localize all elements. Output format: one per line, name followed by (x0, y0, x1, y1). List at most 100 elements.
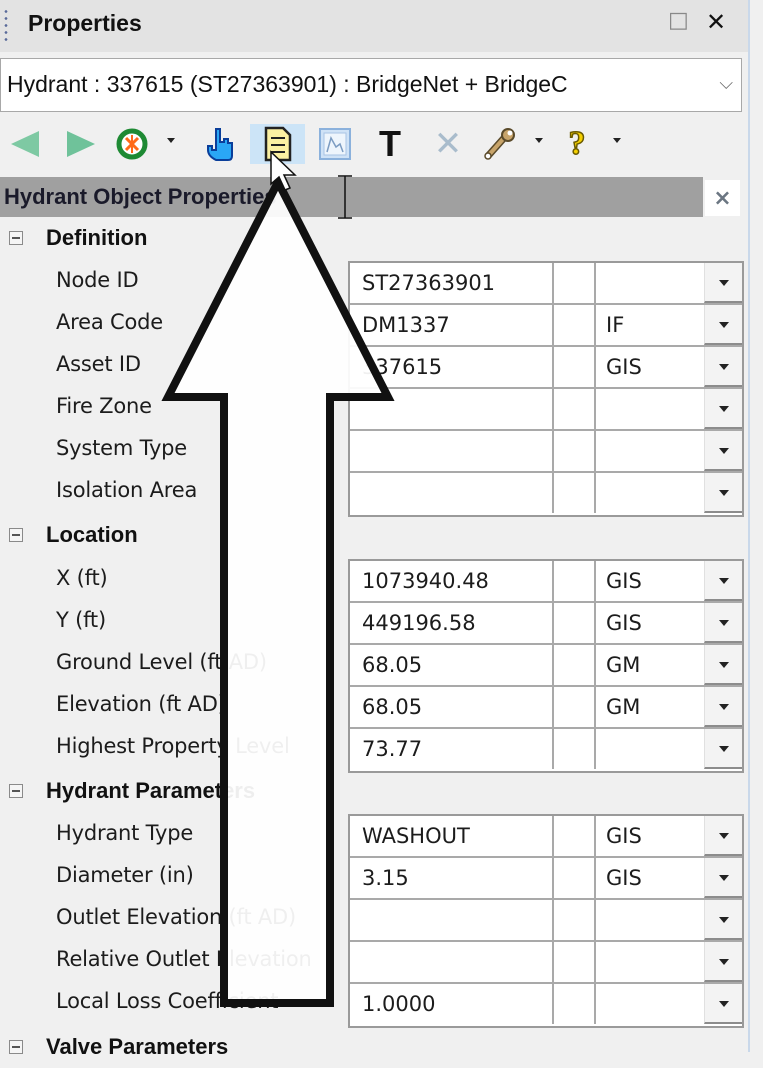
source-cell[interactable]: IF (596, 305, 704, 345)
flag-cell[interactable] (554, 816, 596, 856)
value-cell[interactable]: 449196.58 (350, 603, 554, 643)
drag-grip-icon[interactable] (4, 8, 8, 44)
prop-label: Y (ft) (56, 608, 106, 632)
dropdown-arrow-icon[interactable] (704, 263, 742, 303)
dropdown-arrow-icon[interactable] (704, 687, 742, 727)
locate-dropdown-icon[interactable] (167, 138, 175, 143)
select-button[interactable] (198, 124, 242, 164)
source-cell[interactable]: GIS (596, 816, 704, 856)
table-row (350, 900, 742, 942)
dropdown-arrow-icon[interactable] (704, 305, 742, 345)
source-cell[interactable] (596, 431, 704, 471)
object-selector-dropdown[interactable]: Hydrant : 337615 (ST27363901) : BridgeNe… (0, 58, 742, 112)
dropdown-arrow-icon[interactable] (704, 984, 742, 1024)
dropdown-arrow-icon[interactable] (704, 431, 742, 471)
source-cell[interactable] (596, 389, 704, 429)
flag-cell[interactable] (554, 603, 596, 643)
collapse-icon[interactable] (9, 784, 23, 798)
graph-icon (319, 128, 351, 160)
dropdown-arrow-icon[interactable] (704, 900, 742, 940)
close-panel-button[interactable]: ✕ (706, 8, 726, 36)
value-cell[interactable]: ST27363901 (350, 263, 554, 303)
source-cell[interactable]: GIS (596, 347, 704, 387)
value-cell[interactable]: 1073940.48 (350, 561, 554, 601)
back-button[interactable] (4, 124, 46, 164)
dropdown-arrow-icon[interactable] (704, 858, 742, 898)
value-cell[interactable]: 68.05 (350, 687, 554, 727)
properties-button[interactable] (250, 124, 305, 164)
value-cell[interactable]: 337615 (350, 347, 554, 387)
tools-dropdown-icon[interactable] (535, 138, 543, 143)
flag-cell[interactable] (554, 389, 596, 429)
value-cell[interactable]: WASHOUT (350, 816, 554, 856)
flag-cell[interactable] (554, 347, 596, 387)
section-close-button[interactable]: × (705, 180, 740, 216)
collapse-icon[interactable] (9, 528, 23, 542)
notes-document-icon (264, 126, 291, 162)
flag-cell[interactable] (554, 431, 596, 471)
group-title: Valve Parameters (46, 1034, 229, 1059)
dropdown-arrow-icon[interactable] (704, 473, 742, 513)
flag-cell[interactable] (554, 984, 596, 1024)
dropdown-arrow-icon[interactable] (704, 816, 742, 856)
source-cell[interactable]: GM (596, 687, 704, 727)
source-cell[interactable] (596, 984, 704, 1024)
dropdown-arrow-icon[interactable] (704, 729, 742, 769)
value-cell[interactable] (350, 473, 554, 513)
source-cell[interactable]: GIS (596, 858, 704, 898)
source-cell[interactable]: GIS (596, 561, 704, 601)
group-title: Definition (46, 225, 148, 250)
source-cell[interactable]: GM (596, 645, 704, 685)
dropdown-arrow-icon[interactable] (704, 603, 742, 643)
source-cell[interactable] (596, 729, 704, 769)
locate-button[interactable] (112, 124, 152, 164)
flag-cell[interactable] (554, 305, 596, 345)
flag-cell[interactable] (554, 263, 596, 303)
prop-label: Elevation (ft AD) (56, 692, 226, 716)
value-cell[interactable] (350, 431, 554, 471)
dropdown-arrow-icon[interactable] (704, 942, 742, 982)
dropdown-arrow-icon[interactable] (704, 347, 742, 387)
collapse-icon[interactable] (9, 231, 23, 245)
group-valve-parameters: Valve Parameters (0, 1028, 340, 1068)
value-cell[interactable] (350, 389, 554, 429)
flag-cell[interactable] (554, 900, 596, 940)
group-location: Location (0, 516, 340, 556)
source-cell[interactable] (596, 473, 704, 513)
delete-button[interactable]: ✕ (428, 124, 468, 164)
help-dropdown-icon[interactable] (613, 138, 621, 143)
value-cell[interactable]: 73.77 (350, 729, 554, 769)
restore-icon[interactable]: □ (668, 8, 689, 33)
help-button[interactable]: ? (560, 124, 594, 164)
flag-cell[interactable] (554, 687, 596, 727)
source-cell[interactable]: GIS (596, 603, 704, 643)
dropdown-arrow-icon[interactable] (704, 561, 742, 601)
table-row: 68.05 GM (350, 687, 742, 729)
source-cell[interactable] (596, 263, 704, 303)
prop-label: Fire Zone (56, 394, 152, 418)
source-cell[interactable] (596, 900, 704, 940)
flag-cell[interactable] (554, 729, 596, 769)
flag-cell[interactable] (554, 561, 596, 601)
source-cell[interactable] (596, 942, 704, 982)
graph-button[interactable] (315, 124, 355, 164)
section-title: Hydrant Object Properties (4, 184, 277, 209)
value-cell[interactable] (350, 942, 554, 982)
flag-cell[interactable] (554, 942, 596, 982)
flag-cell[interactable] (554, 858, 596, 898)
forward-button[interactable] (60, 124, 102, 164)
value-cell[interactable]: 1.0000 (350, 984, 554, 1024)
dropdown-arrow-icon[interactable] (704, 645, 742, 685)
tools-button[interactable] (478, 124, 522, 164)
flag-cell[interactable] (554, 645, 596, 685)
value-cell[interactable]: 68.05 (350, 645, 554, 685)
prop-label: Highest Property Level (56, 734, 290, 758)
value-cell[interactable]: DM1337 (350, 305, 554, 345)
value-cell[interactable] (350, 900, 554, 940)
value-cell[interactable]: 3.15 (350, 858, 554, 898)
toolbar: T ✕ ? (0, 118, 748, 170)
flag-cell[interactable] (554, 473, 596, 513)
text-button[interactable]: T (372, 123, 408, 164)
chevron-down-icon[interactable]: ⌵ (719, 73, 733, 94)
dropdown-arrow-icon[interactable] (704, 389, 742, 429)
